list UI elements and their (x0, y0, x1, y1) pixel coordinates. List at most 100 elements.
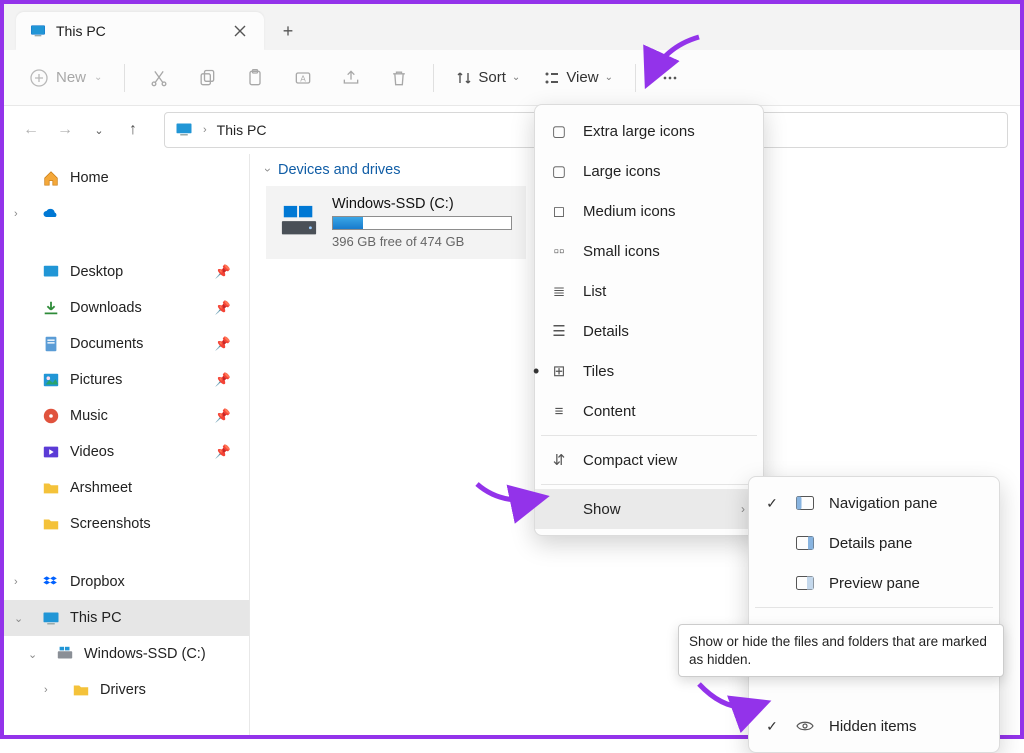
breadcrumb-location[interactable]: This PC (217, 122, 267, 138)
videos-icon (42, 443, 60, 461)
show-details-pane[interactable]: Details pane (749, 523, 999, 563)
grid-icon: ▫▫ (549, 243, 569, 260)
tiles-icon: ⊞ (549, 362, 569, 380)
sidebar-item-videos[interactable]: Videos📌 (4, 434, 249, 470)
chevron-down-icon: ⌄ (512, 72, 520, 83)
window-tab[interactable]: This PC (16, 12, 264, 50)
sidebar-item-downloads[interactable]: Downloads📌 (4, 290, 249, 326)
sort-button[interactable]: Sort ⌄ (448, 65, 528, 90)
paste-button (235, 60, 275, 96)
details-icon: ☰ (549, 322, 569, 340)
drive-usage-bar (332, 216, 512, 230)
view-button[interactable]: View ⌄ (536, 65, 621, 90)
tab-title: This PC (56, 23, 216, 39)
cloud-icon (42, 205, 60, 223)
eye-icon (795, 720, 815, 732)
selected-bullet-icon: • (533, 361, 541, 382)
pin-icon: 📌 (215, 444, 231, 460)
view-list[interactable]: ≣List (535, 271, 763, 311)
pin-icon: 📌 (215, 300, 231, 316)
pane-icon (795, 536, 815, 550)
view-large-icons[interactable]: ▢Large icons (535, 151, 763, 191)
view-show-submenu[interactable]: Show› (535, 489, 763, 529)
show-hidden-items[interactable]: ✓Hidden items (749, 706, 999, 746)
grid-icon: ▢ (549, 122, 569, 140)
pin-icon: 📌 (215, 336, 231, 352)
chevron-right-icon[interactable]: › (14, 576, 18, 588)
up-button[interactable]: ↑ (118, 115, 148, 145)
view-medium-icons[interactable]: ◻Medium icons (535, 191, 763, 231)
forward-button: → (50, 115, 80, 145)
chevron-right-icon[interactable]: › (14, 208, 18, 220)
chevron-down-icon: › (261, 168, 275, 172)
view-extra-large-icons[interactable]: ▢Extra large icons (535, 111, 763, 151)
view-icon (544, 70, 560, 86)
chevron-down-icon: ⌄ (605, 72, 613, 83)
chevron-down-icon: ⌄ (94, 72, 102, 83)
view-content[interactable]: ≡Content (535, 391, 763, 431)
pin-icon: 📌 (215, 264, 231, 280)
checkmark-icon: ✓ (763, 718, 781, 735)
desktop-icon (42, 263, 60, 281)
navbar: ← → ⌄ ↑ › This PC (4, 106, 1020, 154)
this-pc-icon (42, 609, 60, 627)
folder-icon (42, 479, 60, 497)
tooltip: Show or hide the files and folders that … (678, 624, 1004, 677)
back-button: ← (16, 115, 46, 145)
compact-icon: ⇵ (549, 451, 569, 469)
show-submenu: ✓Navigation pane Details pane Preview pa… (748, 476, 1000, 753)
drive-item[interactable]: Windows-SSD (C:) 396 GB free of 474 GB (266, 186, 526, 259)
folder-icon (42, 515, 60, 533)
content-icon: ≡ (549, 403, 569, 420)
view-details[interactable]: ☰Details (535, 311, 763, 351)
pane-icon (795, 576, 815, 590)
grid-icon: ◻ (549, 202, 569, 220)
pin-icon: 📌 (215, 408, 231, 424)
sidebar-item-pictures[interactable]: Pictures📌 (4, 362, 249, 398)
copy-button (187, 60, 227, 96)
sidebar-item-home[interactable]: Home (4, 160, 249, 196)
new-button: New ⌄ (22, 65, 110, 91)
sidebar-item-drive-c[interactable]: ⌄Windows-SSD (C:) (4, 636, 249, 672)
chevron-down-icon[interactable]: ⌄ (28, 648, 37, 661)
chevron-right-icon[interactable]: › (44, 684, 48, 696)
this-pc-icon (30, 24, 46, 38)
drive-free-text: 396 GB free of 474 GB (332, 234, 512, 249)
view-small-icons[interactable]: ▫▫Small icons (535, 231, 763, 271)
this-pc-icon (175, 122, 193, 138)
sidebar-item-drivers[interactable]: ›Drivers (4, 672, 249, 708)
history-button[interactable]: ⌄ (84, 115, 114, 145)
sidebar-item-thispc[interactable]: ⌄This PC (4, 600, 249, 636)
downloads-icon (42, 299, 60, 317)
sidebar: Home › Desktop📌 Downloads📌 Documents📌 Pi… (4, 154, 250, 735)
view-menu: ▢Extra large icons ▢Large icons ◻Medium … (534, 104, 764, 536)
sidebar-item-screenshots[interactable]: Screenshots (4, 506, 249, 542)
delete-button (379, 60, 419, 96)
chevron-down-icon[interactable]: ⌄ (14, 612, 23, 625)
sidebar-item-documents[interactable]: Documents📌 (4, 326, 249, 362)
view-compact[interactable]: ⇵Compact view (535, 440, 763, 480)
close-tab-button[interactable] (226, 17, 254, 45)
view-tiles[interactable]: •⊞Tiles (535, 351, 763, 391)
sidebar-item-desktop[interactable]: Desktop📌 (4, 254, 249, 290)
chevron-right-icon: › (203, 124, 207, 136)
show-navigation-pane[interactable]: ✓Navigation pane (749, 483, 999, 523)
new-tab-button[interactable]: + (270, 13, 306, 49)
titlebar: This PC + (4, 4, 1020, 50)
home-icon (42, 169, 60, 187)
show-preview-pane[interactable]: Preview pane (749, 563, 999, 603)
svg-text:A: A (301, 73, 307, 83)
pictures-icon (42, 371, 60, 389)
list-icon: ≣ (549, 282, 569, 300)
more-button[interactable] (650, 60, 690, 96)
sidebar-item-user-folder[interactable]: Arshmeet (4, 470, 249, 506)
sidebar-item-music[interactable]: Music📌 (4, 398, 249, 434)
share-button (331, 60, 371, 96)
checkmark-icon: ✓ (763, 495, 781, 512)
sidebar-item-onedrive[interactable]: › (4, 196, 249, 232)
music-icon (42, 407, 60, 425)
toolbar: New ⌄ A Sort ⌄ View ⌄ (4, 50, 1020, 106)
folder-icon (72, 681, 90, 699)
sidebar-item-dropbox[interactable]: ›Dropbox (4, 564, 249, 600)
pane-icon (795, 496, 815, 510)
